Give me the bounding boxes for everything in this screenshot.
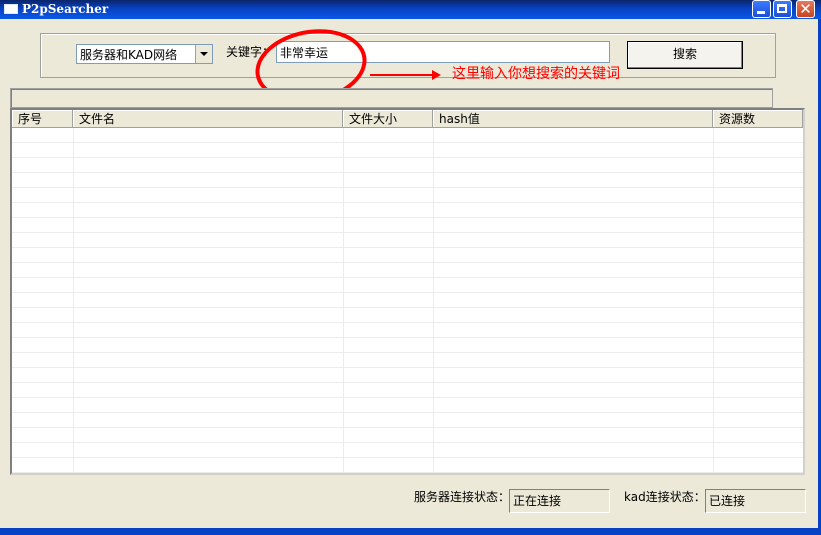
table-row[interactable] <box>12 368 803 383</box>
window-border-bottom <box>0 528 821 535</box>
table-row[interactable] <box>12 203 803 218</box>
table-row[interactable] <box>12 248 803 263</box>
table-row[interactable] <box>12 443 803 458</box>
table-row[interactable] <box>12 293 803 308</box>
column-header-sources[interactable]: 资源数 <box>713 110 803 128</box>
title-bar[interactable]: P2pSearcher ✕ <box>0 0 821 19</box>
kad-status-value: 已连接 <box>705 489 806 513</box>
column-divider <box>433 128 434 473</box>
table-row[interactable] <box>12 398 803 413</box>
column-divider <box>343 128 344 473</box>
table-row[interactable] <box>12 158 803 173</box>
close-button[interactable]: ✕ <box>796 0 815 18</box>
column-header-filesize[interactable]: 文件大小 <box>343 110 433 128</box>
app-icon <box>4 4 18 14</box>
search-button[interactable]: 搜索 <box>627 41 743 69</box>
results-body[interactable] <box>12 128 803 473</box>
maximize-button[interactable] <box>773 0 792 18</box>
annotation-arrow-line <box>370 74 434 76</box>
table-row[interactable] <box>12 233 803 248</box>
table-row[interactable] <box>12 308 803 323</box>
table-row[interactable] <box>12 323 803 338</box>
table-row[interactable] <box>12 458 803 473</box>
column-divider <box>713 128 714 473</box>
maximize-icon <box>777 4 787 13</box>
table-row[interactable] <box>12 128 803 143</box>
table-row[interactable] <box>12 383 803 398</box>
column-header-hash[interactable]: hash值 <box>433 110 713 128</box>
table-row[interactable] <box>12 188 803 203</box>
minimize-icon <box>757 11 765 14</box>
table-row[interactable] <box>12 173 803 188</box>
chevron-down-icon[interactable] <box>195 45 212 63</box>
table-row[interactable] <box>12 278 803 293</box>
network-select[interactable]: 服务器和KAD网络 <box>76 44 213 64</box>
window-title: P2pSearcher <box>22 2 109 16</box>
app-window: P2pSearcher ✕ 服务器和KAD网络 关键字： 搜索 这里输入你想搜索… <box>0 0 821 535</box>
column-divider <box>73 128 74 473</box>
table-row[interactable] <box>12 413 803 428</box>
table-row[interactable] <box>12 353 803 368</box>
column-header-filename[interactable]: 文件名 <box>73 110 343 128</box>
table-row[interactable] <box>12 338 803 353</box>
annotation-text: 这里输入你想搜索的关键词 <box>452 66 620 82</box>
table-row[interactable] <box>12 143 803 158</box>
minimize-button[interactable] <box>752 0 771 18</box>
table-row[interactable] <box>12 263 803 278</box>
annotation-arrow-icon <box>432 70 441 80</box>
table-row[interactable] <box>12 218 803 233</box>
results-header: 序号 文件名 文件大小 hash值 资源数 <box>12 110 803 128</box>
kad-status-label: kad连接状态： <box>624 490 706 504</box>
server-status-label: 服务器连接状态： <box>414 490 511 504</box>
close-icon: ✕ <box>799 0 812 18</box>
progress-bar <box>10 88 773 108</box>
network-select-value: 服务器和KAD网络 <box>80 48 178 62</box>
column-header-index[interactable]: 序号 <box>12 110 73 128</box>
results-list[interactable]: 序号 文件名 文件大小 hash值 资源数 <box>10 108 805 475</box>
table-row[interactable] <box>12 428 803 443</box>
server-status-value: 正在连接 <box>509 489 610 513</box>
